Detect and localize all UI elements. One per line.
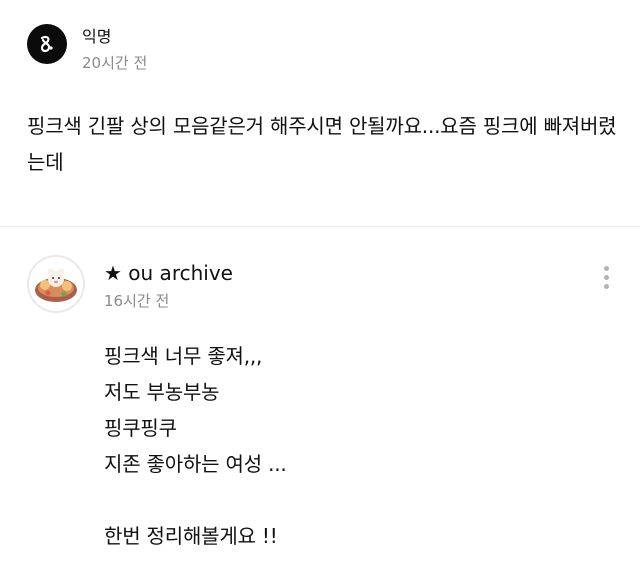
- comment-thread: 익명 20시간 전 핑크색 긴팔 상의 모음같은거 해주시면 안될까요...요즘…: [0, 0, 640, 579]
- reply-line: 핑쿠핑쿠: [104, 416, 177, 440]
- more-dot: [603, 283, 609, 289]
- question-timestamp: 20시간 전: [82, 54, 148, 72]
- question-author: 익명: [82, 27, 112, 46]
- reply-author[interactable]: ★ ou archive: [104, 260, 233, 286]
- reply-line: 핑크색 너무 좋져,,,: [104, 344, 263, 368]
- more-dot: [603, 265, 609, 271]
- more-dot: [603, 274, 609, 280]
- anonymous-avatar[interactable]: [27, 24, 67, 64]
- anonymous-logo-icon: [40, 35, 53, 53]
- reply-line: 한번 정리해볼게요 !!: [104, 524, 278, 548]
- divider: [0, 226, 640, 227]
- reply-line: 지존 좋아하는 여성 ...: [104, 452, 287, 476]
- reply-line: [104, 482, 604, 518]
- question-text: 핑크색 긴팔 상의 모음같은거 해주시면 안될까요...요즘 핑크에 빠져버렸는…: [27, 114, 617, 174]
- reply-text: 핑크색 너무 좋져,,, 저도 부농부농 핑쿠핑쿠 지존 좋아하는 여성 ...…: [104, 338, 604, 554]
- reply-avatar[interactable]: [27, 255, 85, 313]
- reply-timestamp: 16시간 전: [104, 292, 170, 310]
- character-avatar-icon: [35, 268, 77, 302]
- more-vertical-icon[interactable]: [596, 262, 616, 292]
- reply-line: 저도 부농부농: [104, 380, 220, 404]
